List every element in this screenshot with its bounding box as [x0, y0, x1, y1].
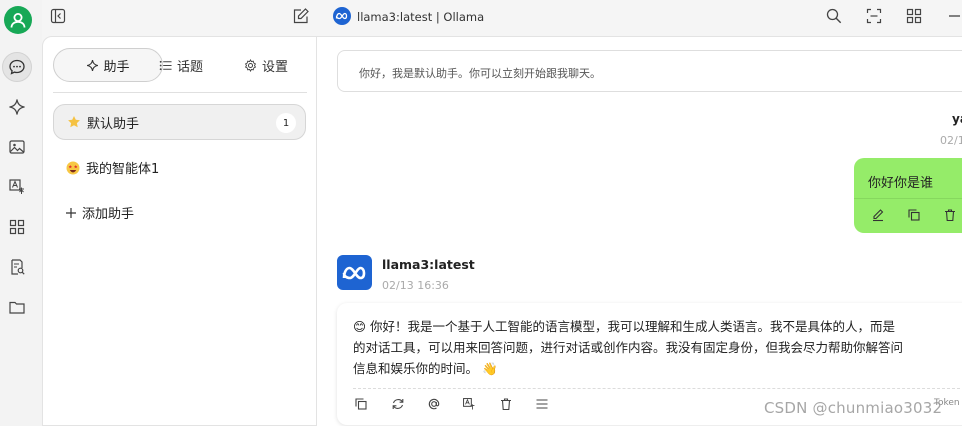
- watermark: CSDN @chunmiao3032: [764, 399, 943, 417]
- translate-icon[interactable]: [2, 172, 32, 202]
- translate-icon[interactable]: [461, 396, 477, 412]
- user-message-time: 02/13: [940, 134, 962, 147]
- system-message: 你好，我是默认助手。你可以立刻开始跟我聊天。: [337, 50, 962, 92]
- topic-count-badge: 1: [276, 113, 296, 133]
- user-message-bubble: 你好你是谁: [854, 158, 962, 233]
- add-assistant-button[interactable]: 添加助手: [65, 203, 134, 222]
- copy-icon[interactable]: [906, 207, 922, 223]
- image-icon[interactable]: [2, 132, 32, 162]
- star-eyes-emoji-icon: [66, 161, 80, 175]
- assistant-item-default[interactable]: 默认助手 1: [53, 104, 306, 140]
- delete-icon[interactable]: [498, 396, 514, 412]
- sidebar-toggle-icon[interactable]: [48, 6, 68, 26]
- divider: [353, 388, 962, 389]
- bot-message-text: 😊 你好！我是一个基于人工智能的语言模型，我可以理解和生成人类语言。我不是具体的…: [353, 319, 904, 376]
- apps-icon[interactable]: [2, 212, 32, 242]
- user-message-text: 你好你是谁: [868, 176, 934, 191]
- assistant-panel: 助手 话题 设置 默认助手 1 我的智能体1 添加助手: [42, 36, 317, 426]
- star-icon: [67, 115, 81, 129]
- chat-icon[interactable]: [2, 52, 32, 82]
- model-avatar: [337, 255, 372, 290]
- assistant-item-agent[interactable]: 我的智能体1: [66, 158, 159, 177]
- tab-topics-label: 话题: [177, 59, 204, 75]
- chat-area: 你好，我是默认助手。你可以立刻开始跟我聊天。 ya 02/13 你好你是谁 ll…: [317, 36, 962, 426]
- regenerate-icon[interactable]: [390, 396, 406, 412]
- bot-message-time: 02/13 16:36: [382, 279, 449, 292]
- search-icon[interactable]: [824, 6, 844, 26]
- assistant-item-label: 我的智能体1: [86, 162, 160, 177]
- window-title: llama3:latest | Ollama: [357, 10, 485, 24]
- edit-icon[interactable]: [870, 207, 886, 223]
- list-icon: [159, 59, 172, 72]
- minimize-icon[interactable]: [944, 6, 962, 26]
- tab-settings-label: 设置: [262, 59, 289, 75]
- document-search-icon[interactable]: [2, 252, 32, 282]
- user-name: ya: [952, 112, 962, 126]
- add-assistant-label: 添加助手: [82, 207, 135, 222]
- model-logo-icon: [333, 7, 351, 25]
- tab-topics[interactable]: 话题: [159, 48, 203, 82]
- tab-assistant[interactable]: 助手: [53, 48, 163, 82]
- user-avatar[interactable]: [4, 6, 32, 34]
- sparkle-icon: [86, 59, 99, 72]
- sparkle-icon[interactable]: [2, 92, 32, 122]
- folder-icon[interactable]: [2, 292, 32, 322]
- divider: [53, 92, 307, 93]
- new-chat-icon[interactable]: [291, 6, 311, 26]
- layout-icon[interactable]: [904, 6, 924, 26]
- tab-assistant-label: 助手: [103, 59, 130, 75]
- tab-settings[interactable]: 设置: [244, 48, 288, 82]
- divider: [854, 198, 962, 199]
- plus-icon: [65, 207, 77, 219]
- copy-icon[interactable]: [353, 396, 369, 412]
- icon-rail: [0, 0, 42, 426]
- fullscreen-icon[interactable]: [864, 6, 884, 26]
- mention-icon[interactable]: [426, 396, 442, 412]
- delete-icon[interactable]: [942, 207, 958, 223]
- gear-icon: [244, 58, 257, 72]
- model-name: llama3:latest: [382, 257, 475, 272]
- assistant-item-label: 默认助手: [87, 116, 140, 132]
- menu-icon[interactable]: [534, 396, 550, 412]
